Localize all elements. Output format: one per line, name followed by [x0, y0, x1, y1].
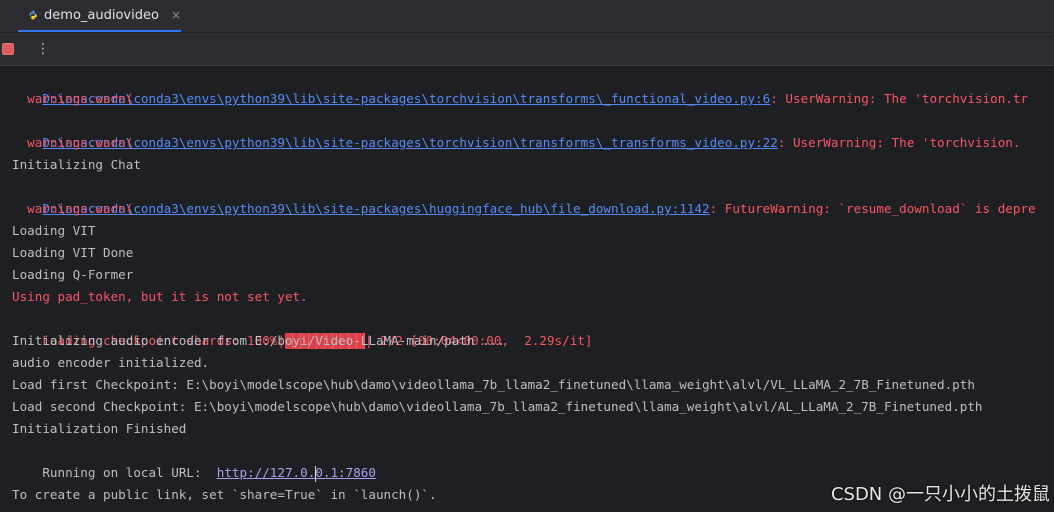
warning-text: : FutureWarning: `resume_download` is de…	[709, 201, 1036, 216]
console-line: D:\anaconda\conda3\envs\python39\lib\sit…	[12, 110, 1020, 150]
console-line: Load second Checkpoint: E:\boyi\modelsco…	[12, 399, 983, 414]
tab-label: demo_audiovideo	[44, 7, 159, 23]
console-line: warnings.warn(	[12, 201, 134, 216]
url-label: Running on local URL:	[42, 465, 217, 480]
console-line: Loading Q-Former	[12, 267, 134, 282]
console-line: warnings.warn(	[12, 135, 134, 150]
file-link[interactable]: D:\anaconda\conda3\envs\python39\lib\sit…	[42, 91, 770, 106]
close-icon[interactable]: ×	[171, 8, 181, 22]
warning-text: : UserWarning: The 'torchvision.	[777, 135, 1021, 150]
run-toolbar: ⋮	[0, 33, 1054, 66]
console-line: Loading VIT	[12, 223, 96, 238]
file-link[interactable]: D:\anaconda\conda3\envs\python39\lib\sit…	[42, 201, 709, 216]
file-link[interactable]: D:\anaconda\conda3\envs\python39\lib\sit…	[42, 135, 777, 150]
more-options-icon[interactable]: ⋮	[36, 39, 50, 59]
console-line: Initializing audio encoder from E:/boyi/…	[12, 333, 505, 348]
stop-icon[interactable]	[2, 43, 14, 55]
tab-demo-audiovideo[interactable]: demo_audiovideo ×	[18, 0, 181, 32]
console-line: D:\anaconda\conda3\envs\python39\lib\sit…	[12, 176, 1035, 216]
console-line: Loading VIT Done	[12, 245, 134, 260]
console-line: warnings.warn(	[12, 91, 134, 106]
console-line: Load first Checkpoint: E:\boyi\modelscop…	[12, 377, 975, 392]
python-icon	[29, 10, 37, 20]
console-output[interactable]: D:\anaconda\conda3\envs\python39\lib\sit…	[0, 66, 1054, 512]
console-line: D:\anaconda\conda3\envs\python39\lib\sit…	[12, 66, 1028, 106]
local-url-link[interactable]: http://127.0.0.1:7860	[217, 465, 376, 482]
console-line: Initialization Finished	[12, 421, 187, 436]
console-line: audio encoder initialized.	[12, 355, 210, 370]
warning-text: : UserWarning: The 'torchvision.tr	[770, 91, 1029, 106]
editor-tab-bar: demo_audiovideo ×	[0, 0, 1054, 33]
console-line: Running on local URL: http://127.0.0.1:7…	[12, 440, 376, 482]
console-line: Loading checkpoint shards: 100%| | 2/2 [0…	[12, 308, 592, 349]
console-line: To create a public link, set `share=True…	[12, 487, 437, 502]
console-line: Initializing Chat	[12, 157, 141, 172]
watermark: CSDN @一只小小的土拨鼠	[830, 484, 1050, 505]
console-line: Using pad_token, but it is not set yet.	[12, 289, 308, 304]
